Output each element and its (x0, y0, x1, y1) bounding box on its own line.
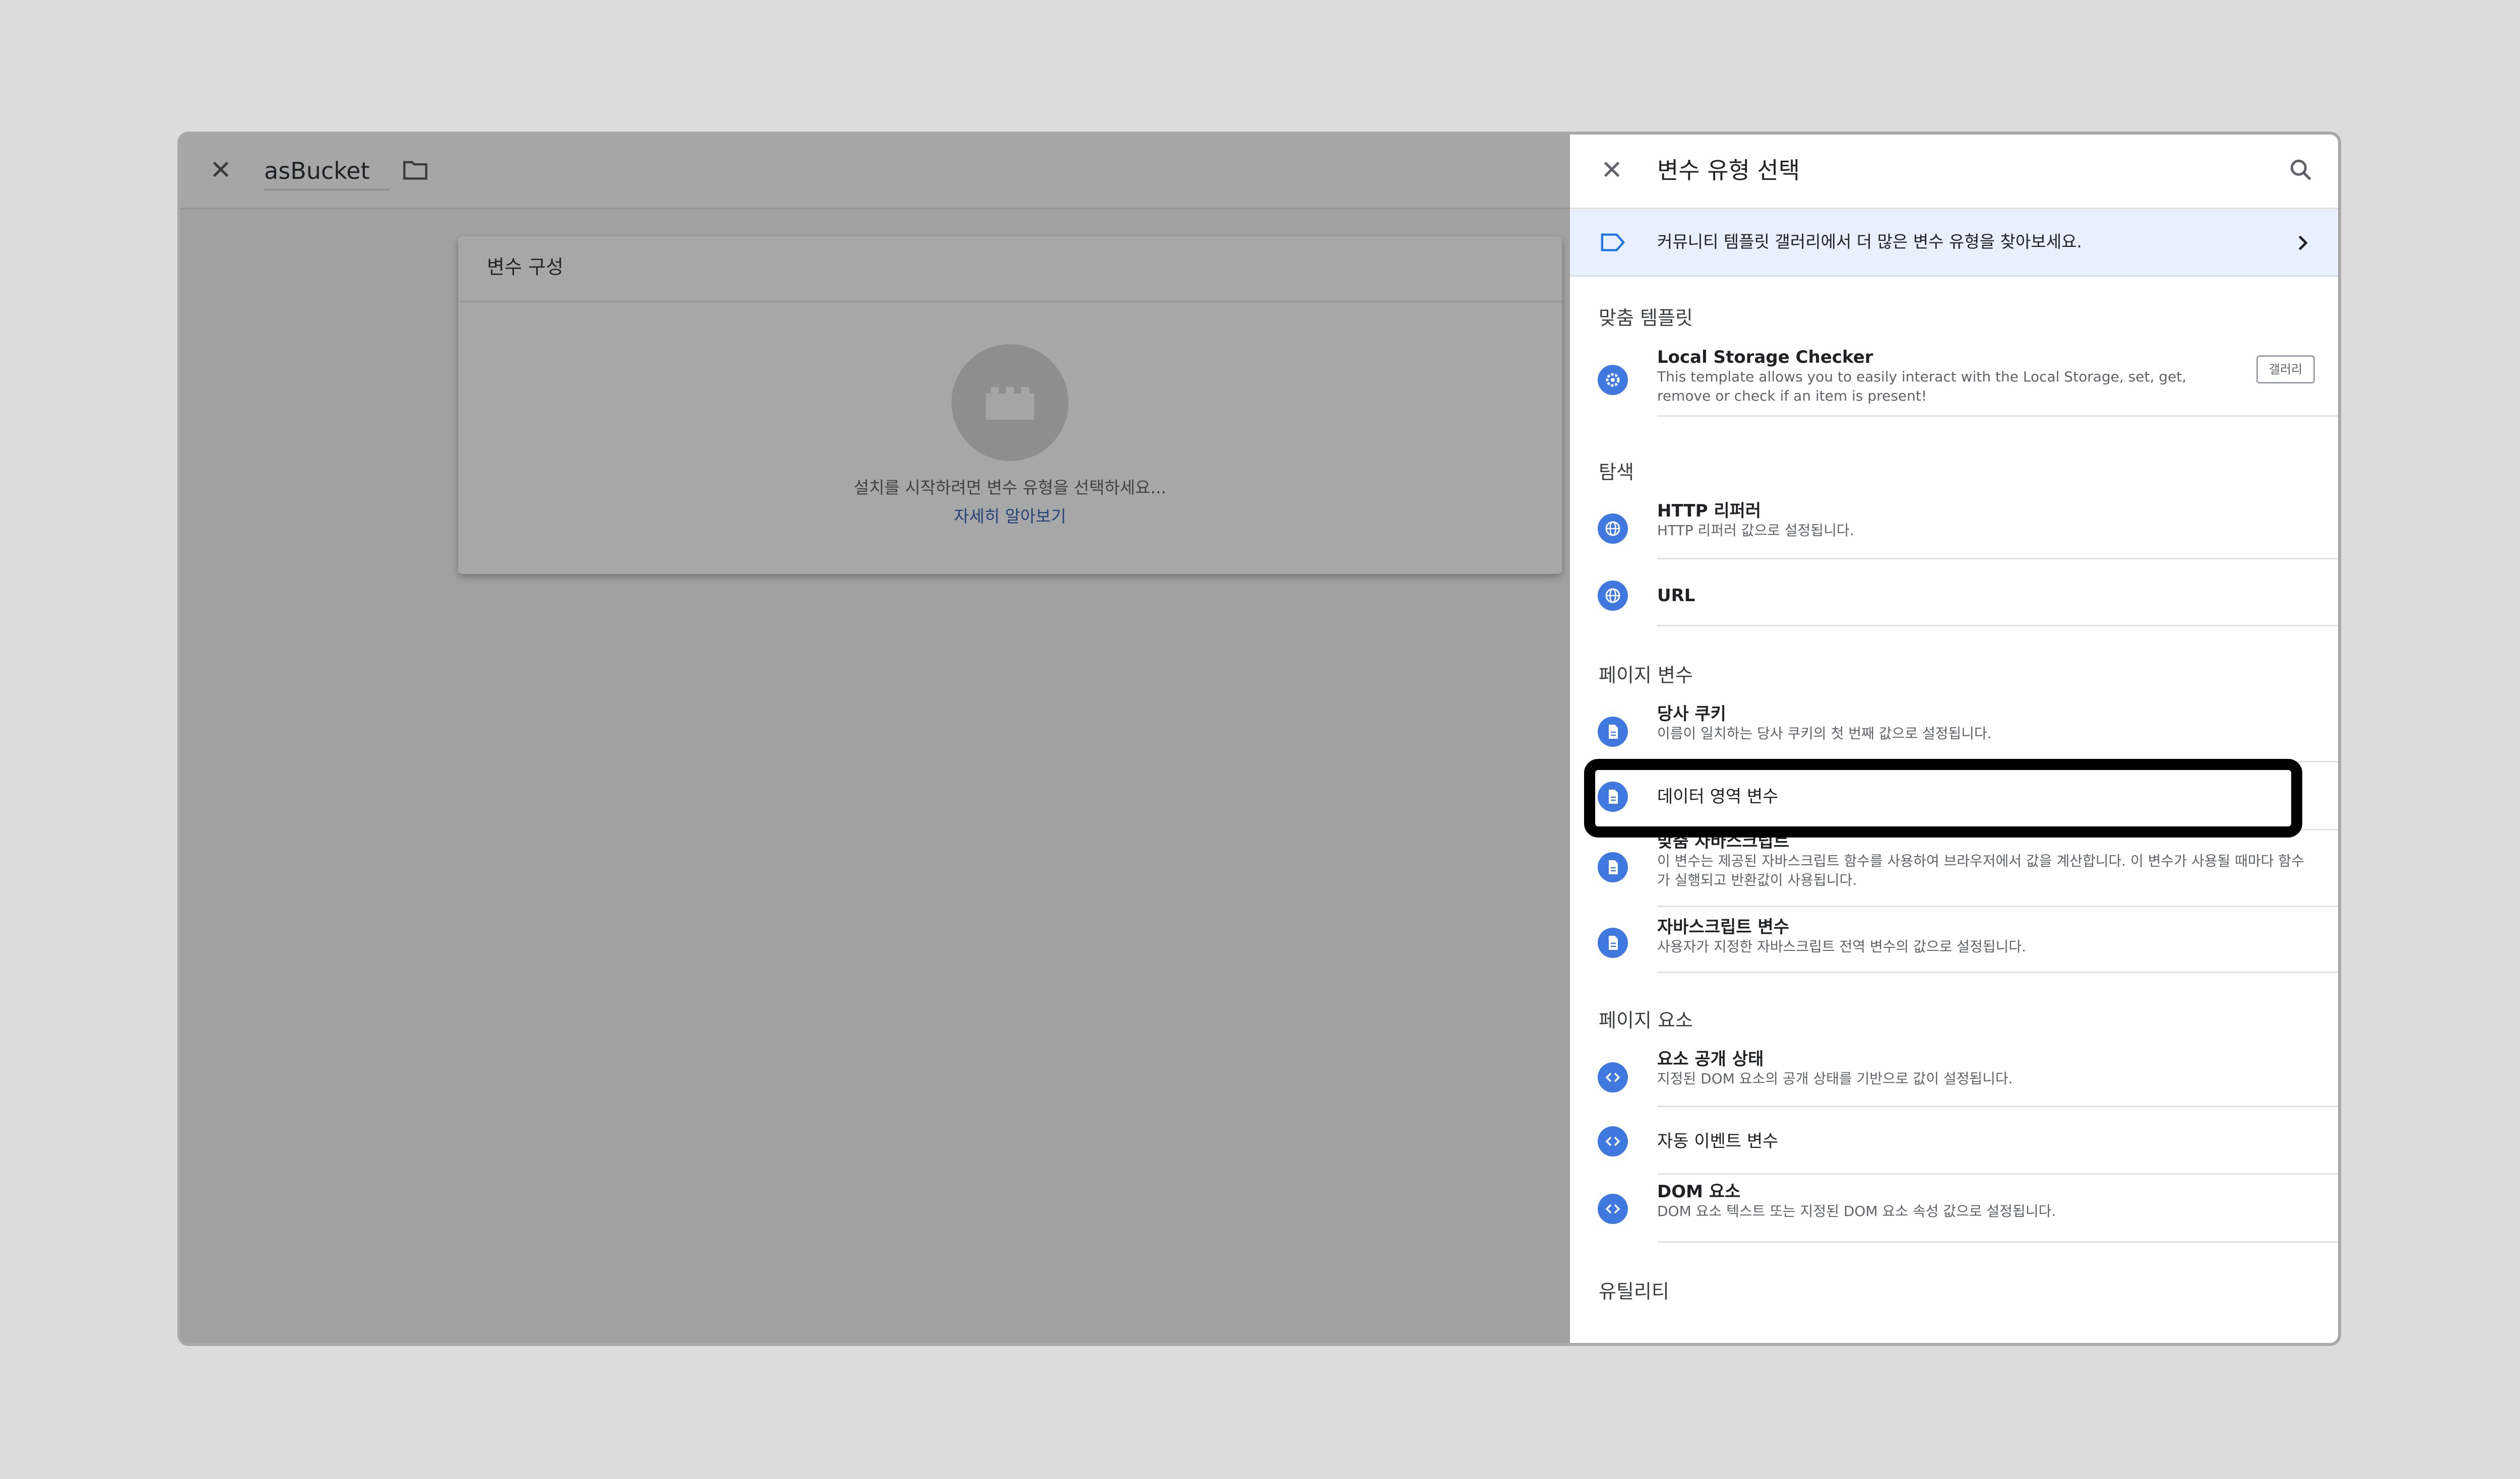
item-title: URL (1657, 586, 1695, 606)
list-item-url[interactable]: URL (1570, 559, 2338, 626)
item-title: 당사 쿠키 (1657, 704, 1726, 724)
globe-icon (1598, 581, 1628, 611)
section-label-page-variables: 페이지 변수 (1599, 664, 1693, 686)
document-icon (1598, 852, 1628, 882)
document-icon (1598, 717, 1628, 747)
code-icon (1598, 1126, 1628, 1156)
community-gallery-banner[interactable]: 커뮤니티 템플릿 갤러리에서 더 많은 변수 유형을 찾아보세요. (1570, 209, 2338, 277)
learn-more-link[interactable]: 자세히 알아보기 (458, 505, 1562, 528)
item-description: 사용자가 지정한 자바스크립트 전역 변수의 값으로 설정됩니다. (1657, 938, 2027, 955)
list-item-javascript-variable[interactable]: 자바스크립트 변수 사용자가 지정한 자바스크립트 전역 변수의 값으로 설정됩… (1570, 907, 2338, 973)
selection-highlight (1584, 759, 2302, 838)
item-title: 요소 공개 상태 (1657, 1049, 1764, 1069)
variable-placeholder-icon (952, 344, 1068, 461)
variable-type-panel: ✕ 변수 유형 선택 커뮤니티 템플릿 갤러리에서 더 많은 변수 유형을 찾아… (1570, 135, 2338, 1343)
section-label-utilities: 유틸리티 (1599, 1280, 1669, 1303)
config-prompt-text: 설치를 시작하려면 변수 유형을 선택하세요... (854, 478, 1166, 497)
row-divider (1657, 972, 2338, 973)
list-item-custom-javascript[interactable]: 맞춤 자바스크립트 이 변수는 제공된 자바스크립트 함수를 사용하여 브라우저… (1570, 830, 2338, 907)
item-description: 이름이 일치하는 당사 쿠키의 첫 번째 값으로 설정됩니다. (1657, 725, 1992, 742)
banner-text: 커뮤니티 템플릿 갤러리에서 더 많은 변수 유형을 찾아보세요. (1657, 232, 2082, 251)
editor-close-icon[interactable]: ✕ (208, 157, 233, 183)
document-icon (1598, 928, 1628, 958)
variable-name-field[interactable]: asBucket (264, 156, 390, 190)
item-title: DOM 요소 (1657, 1182, 1741, 1202)
item-title: 자바스크립트 변수 (1657, 917, 1790, 937)
item-description: This template allows you to easily inter… (1657, 368, 2187, 404)
item-description: DOM 요소 텍스트 또는 지정된 DOM 요소 속성 값으로 설정됩니다. (1657, 1203, 2056, 1219)
section-label-page-elements: 페이지 요소 (1599, 1009, 1693, 1032)
search-icon[interactable] (2288, 157, 2313, 182)
section-label-navigation: 탐색 (1599, 461, 1634, 483)
row-divider (1657, 1241, 2338, 1243)
section-label-custom-templates: 맞춤 템플릿 (1599, 307, 1693, 329)
list-item-http-referrer[interactable]: HTTP 리퍼러 HTTP 리퍼러 값으로 설정됩니다. (1570, 499, 2338, 559)
item-description: 지정된 DOM 요소의 공개 상태를 기반으로 값이 설정됩니다. (1657, 1070, 2013, 1087)
item-title: HTTP 리퍼러 (1657, 501, 1761, 521)
panel-close-icon[interactable]: ✕ (1599, 157, 1624, 183)
panel-header: ✕ 변수 유형 선택 (1570, 135, 2338, 209)
panel-title: 변수 유형 선택 (1657, 157, 1800, 184)
row-divider (1657, 625, 2338, 626)
gear-icon (1598, 365, 1628, 395)
item-title: 자동 이벤트 변수 (1657, 1131, 1779, 1151)
config-card-title: 변수 구성 (487, 256, 563, 278)
list-item-first-party-cookie[interactable]: 당사 쿠키 이름이 일치하는 당사 쿠키의 첫 번째 값으로 설정됩니다. (1570, 702, 2338, 762)
tag-icon (1601, 233, 1625, 251)
list-item-local-storage-checker[interactable]: Local Storage Checker This template allo… (1570, 346, 2338, 417)
item-description: 이 변수는 제공된 자바스크립트 함수를 사용하여 브라우저에서 값을 계산합니… (1657, 853, 2304, 888)
code-icon (1598, 1194, 1628, 1224)
chevron-right-icon (2298, 235, 2308, 250)
globe-icon (1598, 513, 1628, 544)
list-item-dom-element[interactable]: DOM 요소 DOM 요소 텍스트 또는 지정된 DOM 요소 속성 값으로 설… (1570, 1175, 2338, 1243)
folder-icon[interactable] (402, 159, 428, 181)
config-divider (458, 301, 1562, 302)
list-item-element-visibility[interactable]: 요소 공개 상태 지정된 DOM 요소의 공개 상태를 기반으로 값이 설정됩니… (1570, 1048, 2338, 1107)
code-icon (1598, 1062, 1628, 1092)
list-item-auto-event-variable[interactable]: 자동 이벤트 변수 (1570, 1107, 2338, 1175)
app-window: ✕ asBucket 변수 구성 설치를 시작하려면 변수 유형을 선택하세요.… (177, 132, 2341, 1346)
item-title: Local Storage Checker (1657, 347, 1873, 367)
item-description: HTTP 리퍼러 값으로 설정됩니다. (1657, 522, 1854, 539)
gallery-button[interactable]: 갤러리 (2256, 355, 2315, 383)
row-divider (1657, 415, 2338, 417)
variable-config-card[interactable]: 변수 구성 설치를 시작하려면 변수 유형을 선택하세요... 자세히 알아보기 (458, 236, 1562, 574)
